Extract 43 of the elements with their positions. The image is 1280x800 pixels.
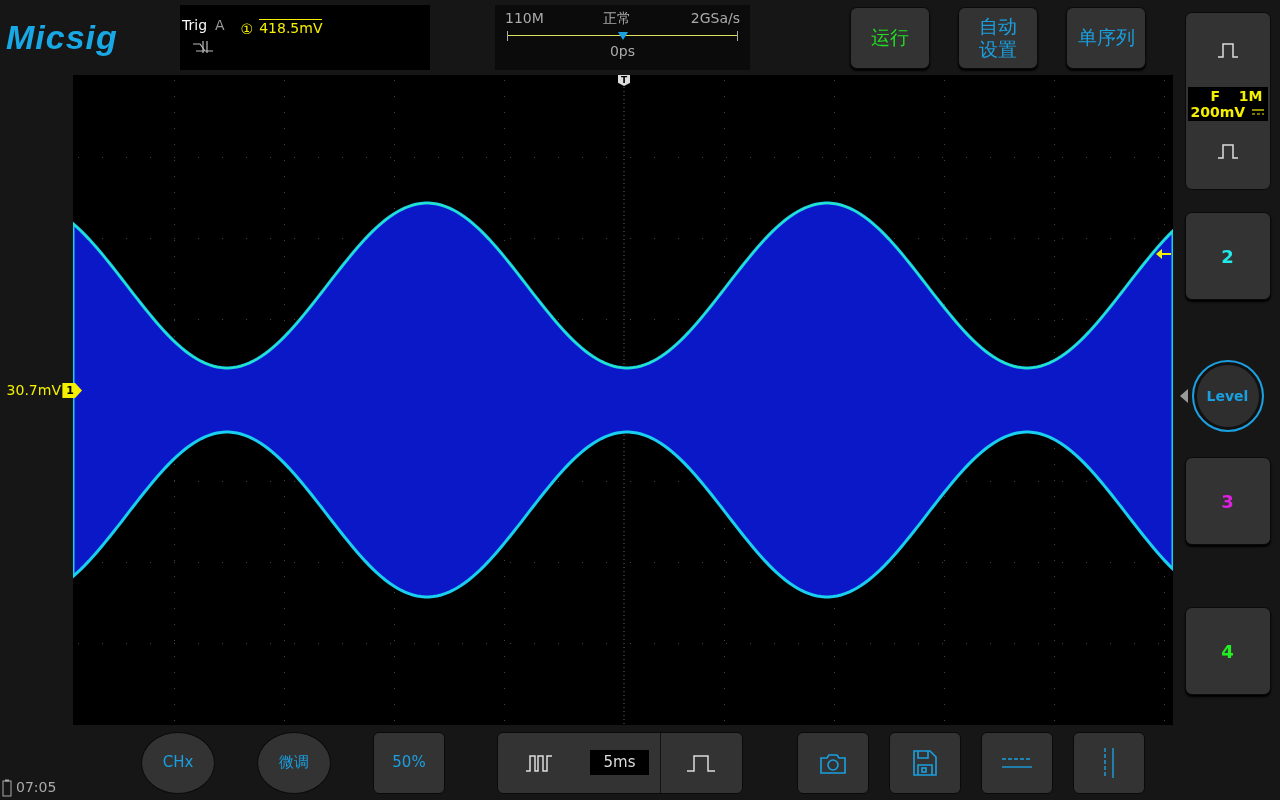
channel-button[interactable]: 3	[1184, 457, 1271, 545]
channel-button[interactable]: 4	[1184, 607, 1271, 695]
battery-icon	[2, 778, 12, 797]
pulse-icon	[1216, 143, 1239, 160]
fine-adjust-button[interactable]: 微调	[257, 731, 331, 794]
logo: Micsig	[6, 17, 119, 58]
level-knob[interactable]: Level	[1191, 360, 1264, 432]
channel-one-button[interactable]: F 1M 200mV	[1184, 12, 1271, 190]
narrow-pulse-icon	[524, 753, 553, 772]
trigger-mode: A	[215, 16, 225, 35]
trigger-delay: 0ps	[608, 42, 637, 61]
acquisition-mode: 正常	[603, 9, 632, 28]
trigger-level: 418.5mV	[259, 19, 323, 37]
trigger-position-marker[interactable]: T	[618, 75, 631, 86]
coupling-label: F	[1210, 88, 1221, 105]
toolbar-button[interactable]: 自动 设置	[958, 6, 1038, 69]
vertical-cursor-icon	[1101, 746, 1117, 779]
timeline-slider[interactable]	[507, 31, 738, 41]
offset-reading: 30.7mV	[6, 381, 61, 400]
edge-trigger-icon	[192, 40, 214, 54]
sample-rate: 2GSa/s	[690, 9, 740, 28]
clock-time: 07:05	[16, 778, 57, 797]
fifty-percent-button[interactable]: 50%	[373, 731, 445, 794]
screenshot-button[interactable]	[797, 731, 869, 794]
channel-select-button[interactable]: CHx	[141, 731, 215, 794]
pointer-icon	[1179, 389, 1188, 403]
trigger-label: Trig	[182, 16, 208, 35]
pulse-icon	[1216, 42, 1239, 58]
timebase-value: 5ms	[589, 750, 650, 775]
trigger-source: ①	[240, 20, 254, 39]
vertical-cursor-button[interactable]	[1073, 731, 1145, 794]
horizontal-cursor-button[interactable]	[981, 731, 1053, 794]
channel-button[interactable]: 2	[1184, 212, 1271, 300]
toolbar-button[interactable]: 单序列	[1066, 6, 1146, 69]
wide-pulse-icon	[686, 753, 717, 772]
dc-coupling-icon	[1250, 108, 1265, 117]
bandwidth-label: 110M	[505, 9, 544, 28]
vertical-scale: 200mV	[1190, 104, 1246, 121]
save-button[interactable]	[889, 731, 961, 794]
trigger-level-arrow-icon[interactable]	[1155, 248, 1171, 260]
impedance-label: 1M	[1238, 88, 1263, 105]
position-marker-icon[interactable]	[617, 32, 628, 40]
toolbar-button[interactable]: 运行	[850, 6, 930, 69]
